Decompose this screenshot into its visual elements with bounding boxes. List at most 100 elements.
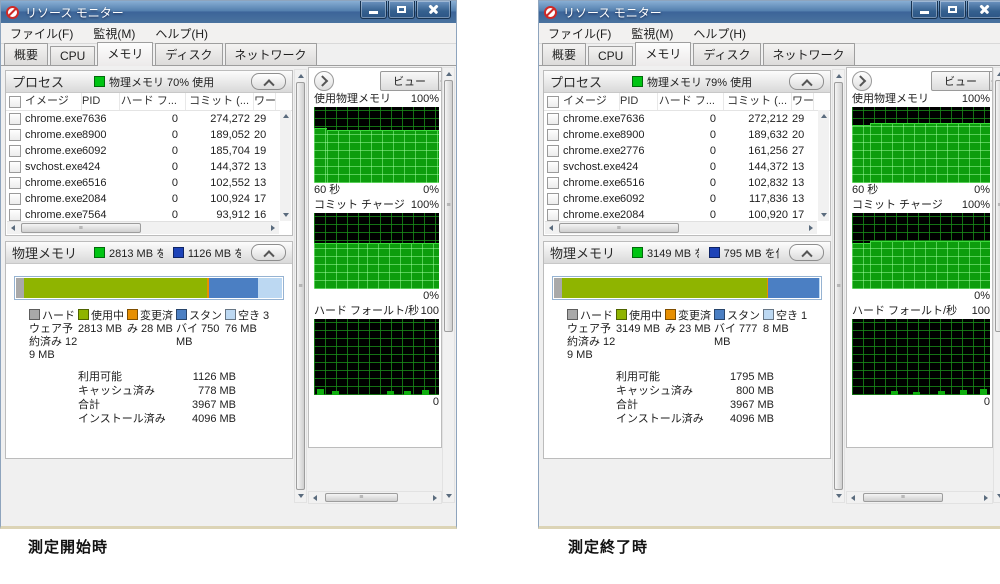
tab-ネットワーク[interactable]: ネットワーク (763, 43, 855, 65)
table-row[interactable]: chrome.exe60920117,83613 (544, 191, 830, 207)
maximize-button[interactable] (939, 1, 966, 19)
row-checkbox[interactable] (9, 193, 21, 205)
minimize-button[interactable] (911, 1, 938, 19)
tab-CPU[interactable]: CPU (50, 46, 95, 65)
row-checkbox[interactable] (547, 209, 559, 221)
select-all-checkbox[interactable] (547, 96, 559, 108)
table-row[interactable]: chrome.exe76360274,27229 (6, 111, 292, 127)
table-row[interactable]: chrome.exe65160102,55213 (6, 175, 292, 191)
tab-概要[interactable]: 概要 (4, 43, 48, 65)
table-row[interactable]: chrome.exe76360272,21229 (544, 111, 830, 127)
tab-メモリ[interactable]: メモリ (635, 42, 691, 66)
process-image-name: chrome.exe (25, 209, 82, 221)
table-row[interactable]: chrome.exe89000189,05220 (6, 127, 292, 143)
column-header-4[interactable]: ワー... (254, 93, 276, 110)
tab-ディスク[interactable]: ディスク (155, 43, 222, 65)
title-bar[interactable]: リソース モニター (539, 1, 1000, 23)
select-all-checkbox[interactable] (9, 96, 21, 108)
scrollbar-thumb[interactable]: ≡ (444, 80, 453, 332)
chart-min-label: 0% (974, 183, 990, 198)
memory-panel-header[interactable]: 物理メモリ 2813 MB を... 1126 MB を... (6, 242, 292, 264)
tab-ネットワーク[interactable]: ネットワーク (225, 43, 317, 65)
main-vertical-scrollbar[interactable]: ≡ (294, 69, 307, 503)
row-checkbox[interactable] (547, 129, 559, 141)
row-checkbox[interactable] (547, 161, 559, 173)
row-checkbox[interactable] (9, 113, 21, 125)
close-button[interactable] (416, 1, 451, 19)
maximize-button[interactable] (388, 1, 415, 19)
process-panel-header[interactable]: プロセス 物理メモリ 70% 使用 (6, 71, 292, 93)
menu-item-M[interactable]: 監視(M) (93, 25, 135, 42)
column-header-2[interactable]: ハード フ... (658, 93, 724, 110)
scrollbar-thumb[interactable]: ≡ (995, 80, 1000, 332)
bar-segment-free (819, 278, 820, 298)
row-checkbox[interactable] (547, 113, 559, 125)
menu-item-F[interactable]: ファイル(F) (10, 25, 73, 42)
title-bar[interactable]: リソース モニター (1, 1, 456, 23)
process-panel-header[interactable]: プロセス 物理メモリ 79% 使用 (544, 71, 830, 93)
expand-button[interactable] (852, 71, 872, 91)
scrollbar-thumb[interactable]: ≡ (325, 493, 398, 502)
cell-2: 0 (120, 161, 186, 173)
scrollbar-thumb[interactable]: ≡ (296, 82, 305, 490)
row-checkbox[interactable] (547, 193, 559, 205)
table-row[interactable]: chrome.exe65160102,83213 (544, 175, 830, 191)
menu-item-H[interactable]: ヘルプ(H) (693, 25, 746, 42)
column-header-1[interactable]: PID (620, 93, 658, 110)
tab-メモリ[interactable]: メモリ (97, 42, 153, 66)
collapse-button[interactable] (251, 73, 286, 90)
chart-vertical-scrollbar[interactable]: ≡ (993, 67, 1000, 503)
process-table-horizontal-scrollbar[interactable]: ≡ (545, 221, 817, 234)
row-checkbox[interactable] (547, 177, 559, 189)
scrollbar-thumb[interactable]: ≡ (863, 493, 943, 502)
column-header-1[interactable]: PID (82, 93, 120, 110)
column-header-3[interactable]: コミット (... (724, 93, 792, 110)
row-checkbox[interactable] (9, 145, 21, 157)
table-row[interactable]: chrome.exe60920185,70419 (6, 143, 292, 159)
scrollbar-thumb[interactable]: ≡ (834, 82, 843, 490)
scrollbar-thumb[interactable]: ≡ (21, 223, 141, 233)
row-checkbox[interactable] (9, 177, 21, 189)
table-row[interactable]: chrome.exe27760161,25627 (544, 143, 830, 159)
chart-header: コミット チャージ100% (314, 198, 439, 213)
table-row[interactable]: chrome.exe20840100,92417 (6, 191, 292, 207)
row-checkbox[interactable] (547, 145, 559, 157)
close-button[interactable] (967, 1, 1000, 19)
view-button[interactable]: ビュー (380, 71, 442, 91)
column-header-4[interactable]: ワー... (792, 93, 814, 110)
tab-CPU[interactable]: CPU (588, 46, 633, 65)
column-header-0[interactable]: イメージ (544, 93, 620, 110)
tab-概要[interactable]: 概要 (542, 43, 586, 65)
table-row[interactable]: svchost.exe...4240144,37213 (6, 159, 292, 175)
chevron-right-icon (855, 75, 866, 86)
process-table-vertical-scrollbar[interactable] (818, 110, 829, 221)
expand-button[interactable] (314, 71, 334, 91)
memory-panel-header[interactable]: 物理メモリ 3149 MB を... 795 MB を使... (544, 242, 830, 264)
scrollbar-thumb[interactable]: ≡ (559, 223, 679, 233)
row-checkbox[interactable] (9, 161, 21, 173)
collapse-button[interactable] (789, 244, 824, 261)
process-table-vertical-scrollbar[interactable] (280, 110, 291, 221)
collapse-button[interactable] (251, 244, 286, 261)
column-header-3[interactable]: コミット (... (186, 93, 254, 110)
tab-ディスク[interactable]: ディスク (693, 43, 760, 65)
table-row[interactable]: svchost.exe...4240144,37213 (544, 159, 830, 175)
menu-item-H[interactable]: ヘルプ(H) (155, 25, 208, 42)
menu-item-M[interactable]: 監視(M) (631, 25, 673, 42)
menu-item-F[interactable]: ファイル(F) (548, 25, 611, 42)
column-header-2[interactable]: ハード フ... (120, 93, 186, 110)
main-vertical-scrollbar[interactable]: ≡ (832, 69, 845, 503)
column-header-0[interactable]: イメージ (6, 93, 82, 110)
process-table-horizontal-scrollbar[interactable]: ≡ (7, 221, 279, 234)
view-button[interactable]: ビュー (931, 71, 993, 91)
maximize-icon (397, 6, 406, 13)
legend-item-4: 空き 376 MB (225, 309, 274, 362)
chart-horizontal-scrollbar[interactable]: ≡ (846, 491, 993, 504)
row-checkbox[interactable] (9, 209, 21, 221)
chart-horizontal-scrollbar[interactable]: ≡ (308, 491, 442, 504)
row-checkbox[interactable] (9, 129, 21, 141)
chart-vertical-scrollbar[interactable]: ≡ (442, 67, 455, 503)
collapse-button[interactable] (789, 73, 824, 90)
table-row[interactable]: chrome.exe89000189,63220 (544, 127, 830, 143)
minimize-button[interactable] (360, 1, 387, 19)
